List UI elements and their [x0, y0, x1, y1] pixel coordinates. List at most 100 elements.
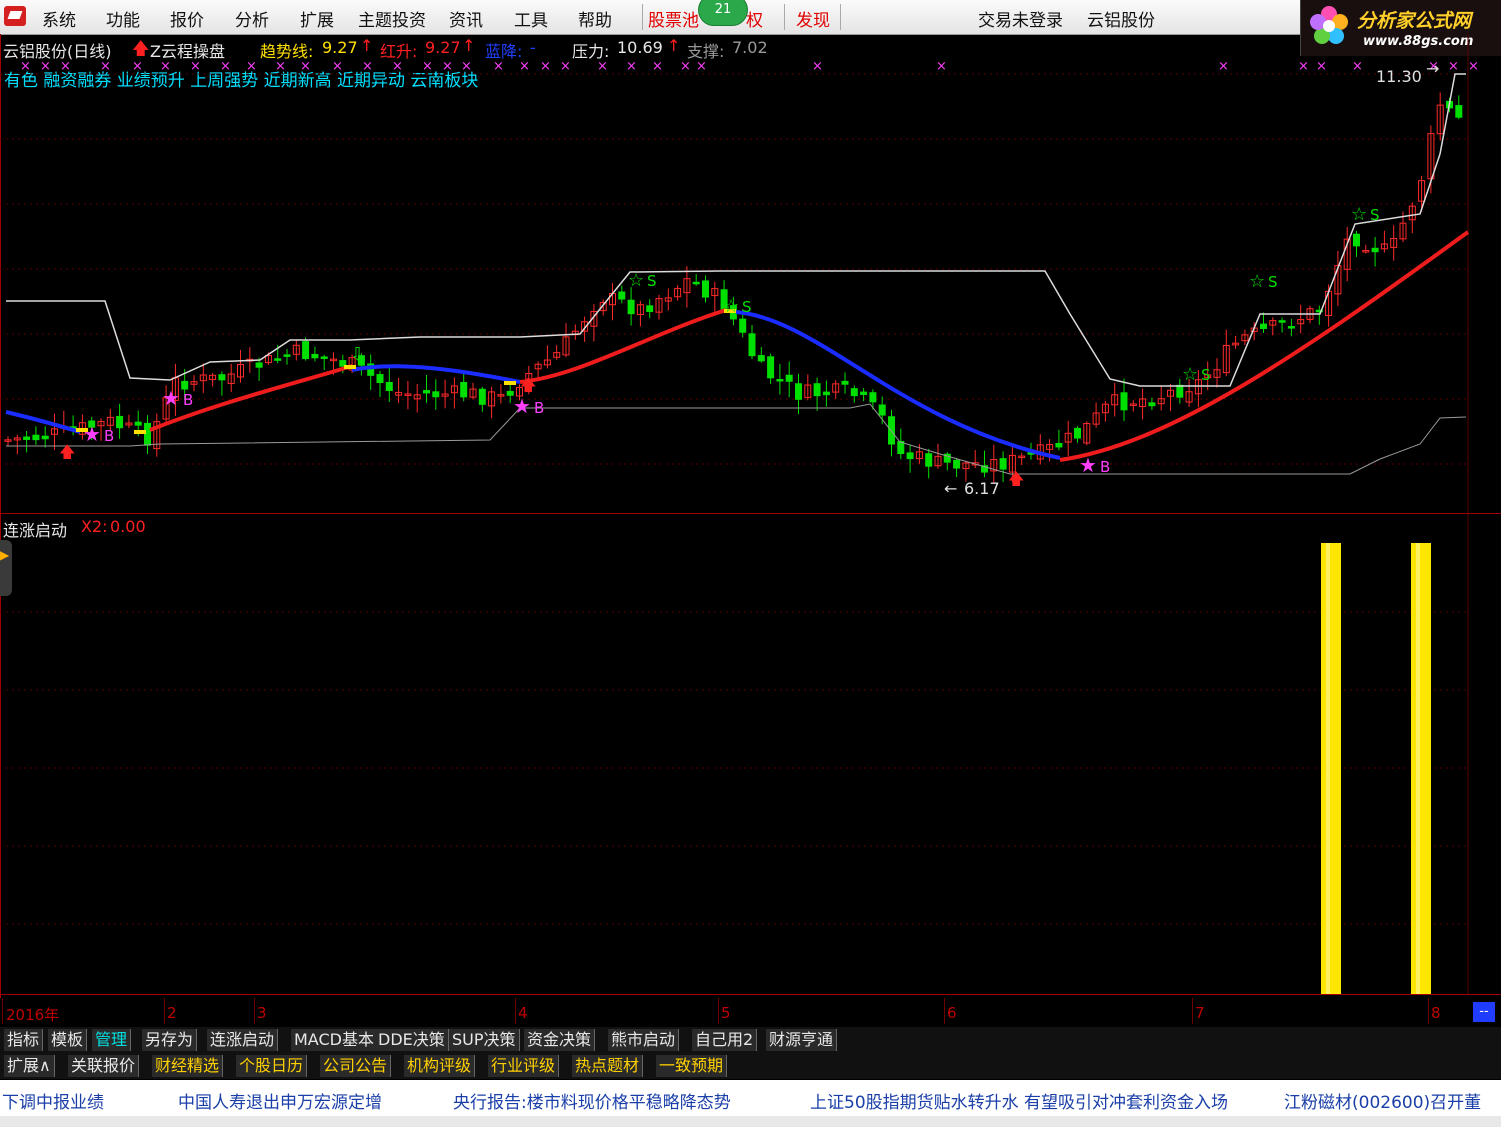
sell-signal-label: S — [1370, 206, 1380, 224]
tab-announcements[interactable]: 公司公告 — [320, 1055, 392, 1077]
tab-stock-calendar[interactable]: 个股日历 — [236, 1055, 308, 1077]
tab-expand[interactable]: 扩展∧ — [4, 1055, 55, 1077]
tab-related-quote[interactable]: 关联报价 — [68, 1055, 140, 1077]
low-arrow-icon: ← — [944, 479, 957, 498]
menu-quote[interactable]: 报价 — [170, 6, 204, 31]
trend-segment — [519, 308, 727, 384]
top-marker-icon: × — [362, 59, 373, 74]
tab-lianzhang[interactable]: 连涨启动 — [207, 1029, 279, 1051]
axis-label-year: 2016年 — [6, 1006, 60, 1024]
menu-theme-invest[interactable]: 主题投资 — [358, 6, 426, 31]
candle-body — [460, 381, 468, 398]
menu-system[interactable]: 系统 — [42, 6, 76, 31]
notification-badge[interactable]: 21 — [698, 0, 748, 26]
menu-separator — [840, 4, 841, 30]
news-item[interactable]: 中国人寿退出申万宏源定增 — [178, 1088, 382, 1113]
tab-sup[interactable]: SUP决策 — [449, 1029, 520, 1051]
candle-body — [181, 380, 189, 390]
top-marker-icon: × — [246, 59, 257, 74]
candle-body — [795, 383, 802, 400]
tab-wealth[interactable]: 财源亨通 — [766, 1029, 838, 1051]
top-marker-icon: × — [626, 59, 637, 74]
candle-body — [748, 333, 756, 357]
trend-transition — [344, 365, 356, 369]
axis-tick — [515, 998, 516, 1024]
tab-self-use[interactable]: 自己用2 — [692, 1029, 758, 1051]
top-marker-icon: × — [275, 59, 286, 74]
tab-industry-rating[interactable]: 行业评级 — [488, 1055, 560, 1077]
tab-manage[interactable]: 管理 — [92, 1029, 132, 1051]
trade-login-status[interactable]: 交易未登录 — [978, 6, 1063, 31]
sub-indicator-chart[interactable] — [0, 514, 1501, 994]
top-marker-icon: × — [1298, 59, 1309, 74]
top-marker-icon: × — [100, 59, 111, 74]
top-marker-icon: × — [60, 59, 71, 74]
tab-inst-rating[interactable]: 机构评级 — [404, 1055, 476, 1077]
menu-extend[interactable]: 扩展 — [300, 6, 334, 31]
indicator-bar — [1326, 543, 1330, 994]
candle-body — [1074, 427, 1081, 439]
low-price-label: 6.17 — [964, 479, 1000, 498]
news-item[interactable]: 央行报告:楼市料现价格平稳略降态势 — [453, 1088, 731, 1113]
news-item[interactable]: 江粉磁材(002600)召开董 — [1284, 1088, 1481, 1113]
tab-dde[interactable]: DDE决策 — [375, 1029, 449, 1051]
trend-line — [5, 230, 1470, 462]
sell-star-icon: ☆ — [1351, 204, 1367, 225]
top-marker-icon: × — [422, 59, 433, 74]
axis-tick — [718, 998, 719, 1024]
candle-body — [757, 355, 765, 362]
candle-body — [41, 435, 49, 440]
tab-hot-topics[interactable]: 热点题材 — [572, 1055, 644, 1077]
top-marker-icon: × — [442, 59, 453, 74]
menu-discover[interactable]: 发现 — [796, 6, 830, 31]
candle-body — [302, 341, 310, 360]
menu-analysis[interactable]: 分析 — [235, 6, 269, 31]
news-item[interactable]: 上证50股指期货贴水转升水 有望吸引对冲套利资金入场 — [810, 1088, 1228, 1113]
axis-label-month: 5 — [721, 1004, 731, 1022]
pressure-line — [6, 73, 1466, 387]
candle-body — [692, 281, 700, 285]
top-marker-icon: × — [1316, 59, 1327, 74]
candle-body — [1371, 247, 1379, 253]
top-marker-icon: × — [652, 59, 663, 74]
top-marker-icon: × — [332, 59, 343, 74]
news-item[interactable]: 下调中报业绩 — [2, 1088, 104, 1113]
buy-star-icon: ★ — [513, 394, 531, 418]
menu-rights[interactable]: 权 — [746, 6, 763, 31]
trend-segment — [1059, 230, 1470, 462]
tab-save-as[interactable]: 另存为 — [142, 1029, 198, 1051]
axis-end-button[interactable]: -- — [1473, 1002, 1495, 1022]
axis-label-month: 4 — [518, 1004, 528, 1022]
high-price-label: 11.30 — [1376, 67, 1422, 86]
buy-star-icon: ★ — [162, 386, 180, 410]
candle-body — [423, 390, 430, 394]
top-marker-icon: × — [597, 59, 608, 74]
tab-template[interactable]: 模板 — [48, 1029, 88, 1051]
tab-finance-picks[interactable]: 财经精选 — [152, 1055, 224, 1077]
candle-body — [785, 374, 793, 382]
axis-label-month: 7 — [1195, 1004, 1205, 1022]
tab-bear-start[interactable]: 熊市启动 — [608, 1029, 680, 1051]
tab-macd[interactable]: MACD基本 — [291, 1029, 378, 1051]
tab-consensus[interactable]: 一致预期 — [656, 1055, 728, 1077]
trend-segment — [735, 310, 1061, 460]
buy-signal-label: B — [104, 427, 114, 445]
top-marker-icon: × — [461, 59, 472, 74]
menu-tools[interactable]: 工具 — [514, 6, 548, 31]
candle-body — [869, 392, 877, 403]
menu-news[interactable]: 资讯 — [449, 6, 483, 31]
candle-body — [953, 459, 961, 469]
tab-indicator[interactable]: 指标 — [4, 1029, 44, 1051]
buy-signal-label: B — [1100, 458, 1110, 476]
kline-chart[interactable]: ★ B★ B★ B★ B☆ S ☆ S☆ S☆ S☆ S🡅🡅🡅⇩× × × × × × × × × × × × × × × × × ×… — [0, 34, 1501, 514]
candle-body — [822, 391, 830, 396]
menu-stock-pool[interactable]: 股票池 — [648, 6, 699, 31]
top-marker-icon: × — [540, 59, 551, 74]
top-marker-icon: × — [160, 59, 171, 74]
menu-help[interactable]: 帮助 — [578, 6, 612, 31]
top-marker-icon: × — [190, 59, 201, 74]
candle-body — [283, 354, 291, 357]
tab-capital[interactable]: 资金决策 — [524, 1029, 596, 1051]
menu-separator — [784, 4, 785, 30]
menu-function[interactable]: 功能 — [106, 6, 140, 31]
